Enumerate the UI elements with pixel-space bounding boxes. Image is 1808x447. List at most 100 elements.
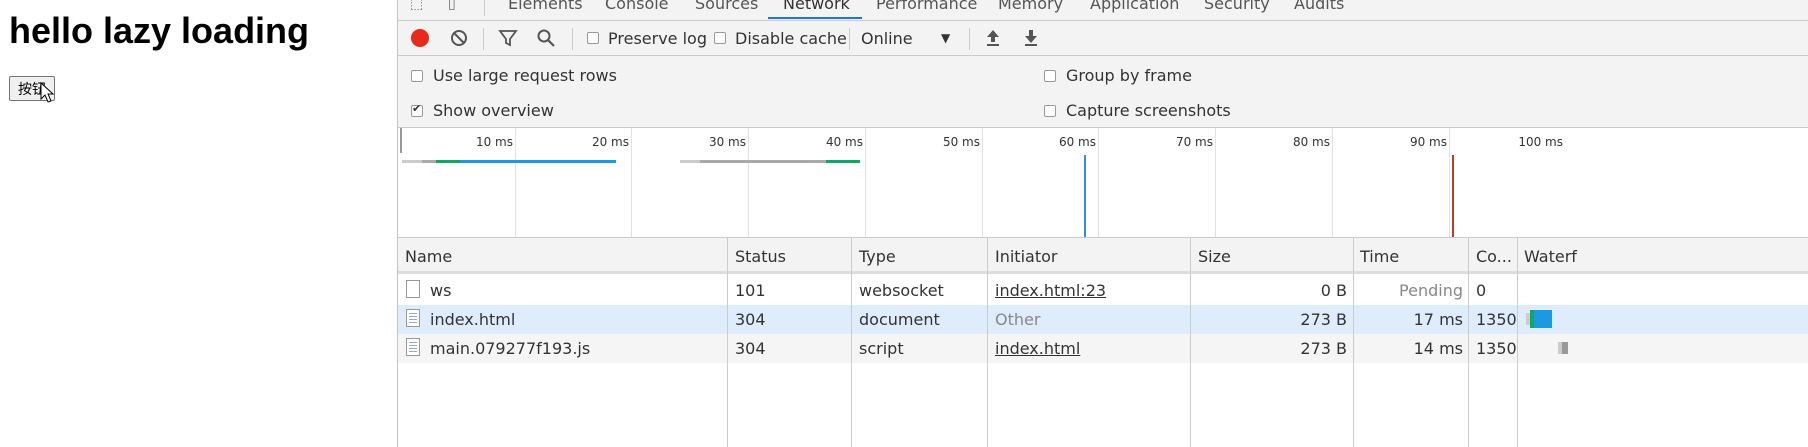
- tab-memory[interactable]: Memory: [998, 0, 1063, 13]
- column-header-initiator[interactable]: Initiator: [995, 247, 1057, 266]
- column-divider[interactable]: [727, 238, 728, 447]
- column-divider[interactable]: [987, 238, 988, 447]
- request-time: 17 ms: [1413, 310, 1463, 329]
- search-button[interactable]: [536, 21, 556, 55]
- table-header: Name Status Type Initiator Size Time Co.…: [398, 238, 1808, 274]
- request-status: 101: [735, 281, 766, 300]
- tab-console[interactable]: Console: [605, 0, 669, 13]
- request-name: index.html: [430, 310, 516, 329]
- document-icon: [406, 280, 420, 298]
- column-header-waterfall[interactable]: Waterf: [1524, 247, 1577, 266]
- request-name: main.079277f193.js: [430, 339, 591, 358]
- network-toolbar: Preserve log Disable cache Online ▼: [398, 21, 1808, 56]
- column-header-size[interactable]: Size: [1198, 247, 1231, 266]
- inspect-element-icon[interactable]: ⬚: [410, 0, 423, 12]
- overview-bar-waiting: [402, 160, 422, 163]
- preserve-log-checkbox[interactable]: [587, 32, 599, 44]
- chevron-down-icon: ▼: [941, 31, 951, 45]
- overview-bar-queued: [700, 160, 826, 163]
- tab-security[interactable]: Security: [1204, 0, 1270, 13]
- column-divider[interactable]: [1517, 238, 1518, 447]
- column-header-connection[interactable]: Co...: [1476, 247, 1512, 266]
- request-size: 273 B: [1300, 310, 1347, 329]
- overview-bar-waiting-ttfb: [826, 160, 860, 163]
- column-divider[interactable]: [1468, 238, 1469, 447]
- toolbar-separator: [483, 28, 484, 50]
- tab-elements[interactable]: Elements: [508, 0, 583, 13]
- group-by-frame-toggle[interactable]: Group by frame: [1044, 66, 1192, 85]
- large-rows-checkbox[interactable]: [411, 69, 423, 82]
- overview-gridline: [982, 128, 983, 237]
- page-heading: hello lazy loading: [9, 10, 310, 51]
- show-overview-toggle[interactable]: Show overview: [411, 101, 554, 120]
- request-status: 304: [735, 339, 766, 358]
- filter-button[interactable]: [498, 21, 518, 55]
- page-content: hello lazy loading 按钮: [0, 0, 397, 447]
- overview-gridline: [631, 128, 632, 237]
- column-header-type[interactable]: Type: [859, 247, 896, 266]
- tab-bar-separator: [484, 0, 485, 16]
- overview-bar-download: [460, 160, 616, 163]
- overview-tick-label: 80 ms: [1292, 135, 1330, 149]
- record-button[interactable]: [411, 21, 429, 55]
- column-header-name[interactable]: Name: [405, 247, 452, 266]
- group-by-frame-checkbox[interactable]: [1044, 69, 1056, 82]
- overview-tick-label: 70 ms: [1175, 135, 1213, 149]
- large-rows-toggle[interactable]: Use large request rows: [411, 66, 617, 85]
- show-overview-checkbox[interactable]: [411, 102, 423, 117]
- upload-icon: [987, 30, 999, 46]
- table-row[interactable]: index.html 304 document Other 273 B 17 m…: [398, 305, 1808, 334]
- overview-tick-label: 10 ms: [475, 135, 513, 149]
- tab-audits[interactable]: Audits: [1294, 0, 1344, 13]
- throttling-value: Online: [861, 28, 913, 48]
- overview-bar-waiting-ttfb: [436, 160, 460, 163]
- overview-tick-label: 20 ms: [591, 135, 629, 149]
- request-connection-id: 0: [1476, 281, 1487, 300]
- request-initiator-link[interactable]: index.html: [995, 339, 1080, 358]
- capture-screenshots-checkbox[interactable]: [1044, 104, 1056, 117]
- overview-gridline: [1332, 128, 1333, 237]
- preserve-log-toggle[interactable]: Preserve log: [587, 21, 707, 55]
- export-har-button[interactable]: [1022, 21, 1040, 55]
- disable-cache-checkbox[interactable]: [714, 32, 726, 44]
- column-divider[interactable]: [1190, 238, 1191, 447]
- column-header-time[interactable]: Time: [1360, 247, 1399, 266]
- active-tab-indicator: [768, 17, 862, 19]
- large-rows-label: Use large request rows: [433, 66, 617, 85]
- device-toolbar-icon[interactable]: ▯: [448, 0, 456, 12]
- overview-tick-label: 30 ms: [708, 135, 746, 149]
- tab-performance[interactable]: Performance: [876, 0, 977, 13]
- request-name: ws: [430, 281, 452, 300]
- network-overview-timeline[interactable]: 10 ms 20 ms 30 ms 40 ms 50 ms 60 ms 70 m…: [398, 128, 1808, 238]
- tab-network[interactable]: Network: [783, 0, 850, 13]
- record-icon: [411, 29, 429, 47]
- overview-bar-waiting: [680, 160, 700, 163]
- throttling-select[interactable]: Online ▼: [861, 21, 956, 55]
- devtools-tab-bar: ⬚ ▯ Elements Console Sources Network Per…: [398, 0, 1808, 21]
- request-size: 0 B: [1320, 281, 1347, 300]
- request-initiator-link[interactable]: index.html:23: [995, 281, 1106, 300]
- column-divider[interactable]: [1353, 238, 1354, 447]
- disable-cache-label: Disable cache: [735, 28, 847, 48]
- group-by-frame-label: Group by frame: [1066, 66, 1192, 85]
- table-row[interactable]: main.079277f193.js 304 script index.html…: [398, 334, 1808, 363]
- request-connection-id: 1350: [1476, 339, 1517, 358]
- capture-screenshots-toggle[interactable]: Capture screenshots: [1044, 101, 1231, 120]
- request-type: websocket: [859, 281, 944, 300]
- overview-left-handle[interactable]: [400, 128, 402, 153]
- document-icon: [406, 338, 420, 356]
- disable-cache-toggle[interactable]: Disable cache: [714, 21, 847, 55]
- clear-button[interactable]: [449, 21, 469, 55]
- download-icon: [1025, 30, 1037, 46]
- column-divider[interactable]: [851, 238, 852, 447]
- column-header-status[interactable]: Status: [735, 247, 786, 266]
- network-settings-pane: Use large request rows Show overview Gro…: [398, 56, 1808, 128]
- tab-sources[interactable]: Sources: [695, 0, 758, 13]
- table-row[interactable]: ws 101 websocket index.html:23 0 B Pendi…: [398, 276, 1808, 305]
- filter-icon: [498, 30, 518, 47]
- toolbar-separator: [849, 28, 850, 50]
- request-size: 273 B: [1300, 339, 1347, 358]
- import-har-button[interactable]: [984, 21, 1002, 55]
- devtools-panel: ⬚ ▯ Elements Console Sources Network Per…: [397, 0, 1808, 447]
- tab-application[interactable]: Application: [1090, 0, 1179, 13]
